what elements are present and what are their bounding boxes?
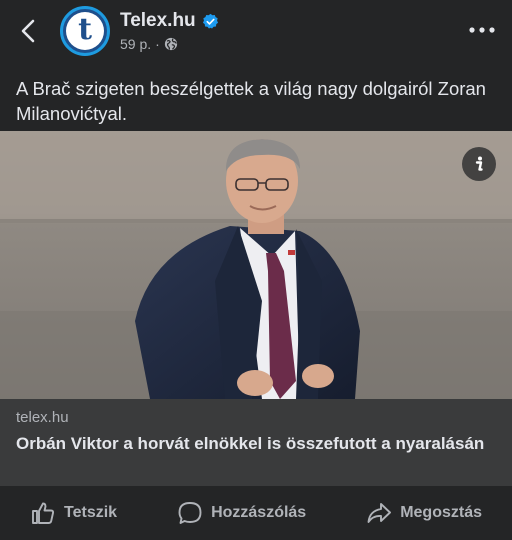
post-meta: 59 p. · <box>120 36 178 52</box>
info-button[interactable] <box>462 147 496 181</box>
comment-label: Hozzászólás <box>211 504 307 521</box>
avatar-letter: t <box>78 11 92 47</box>
page-name[interactable]: Telex.hu <box>120 10 196 32</box>
more-dots-icon[interactable] <box>466 20 498 40</box>
verified-badge-icon <box>202 13 218 29</box>
meta-separator: · <box>155 36 160 52</box>
thumbs-up-icon <box>32 502 55 524</box>
avatar[interactable]: t <box>60 6 110 56</box>
comment-bubble-icon <box>178 502 202 524</box>
like-button[interactable]: Tetszik <box>30 500 117 526</box>
share-arrow-icon <box>367 503 392 523</box>
share-button[interactable]: Megosztás <box>366 500 482 526</box>
share-label: Megosztás <box>400 504 482 521</box>
page-name-row: Telex.hu <box>120 10 219 32</box>
comment-button[interactable]: Hozzászólás <box>177 500 306 526</box>
like-label: Tetszik <box>64 504 118 521</box>
link-title: Orbán Viktor a horvát elnökkel is összef… <box>16 434 485 453</box>
link-preview-card[interactable]: telex.hu Orbán Viktor a horvát elnökkel … <box>0 399 512 486</box>
globe-icon <box>164 37 177 51</box>
post-header: t Telex.hu 59 p. · <box>0 0 512 64</box>
post-actions-bar: Tetszik Hozzászólás Megosztás <box>0 486 512 540</box>
chevron-left-icon[interactable] <box>14 16 44 46</box>
post-time[interactable]: 59 p. <box>120 36 151 52</box>
link-domain: telex.hu <box>16 409 69 426</box>
info-icon <box>475 156 483 171</box>
post-text: A Brač szigeten beszélgettek a világ nag… <box>16 78 486 124</box>
post-photo[interactable] <box>0 131 512 399</box>
photo-illustration <box>0 131 512 399</box>
